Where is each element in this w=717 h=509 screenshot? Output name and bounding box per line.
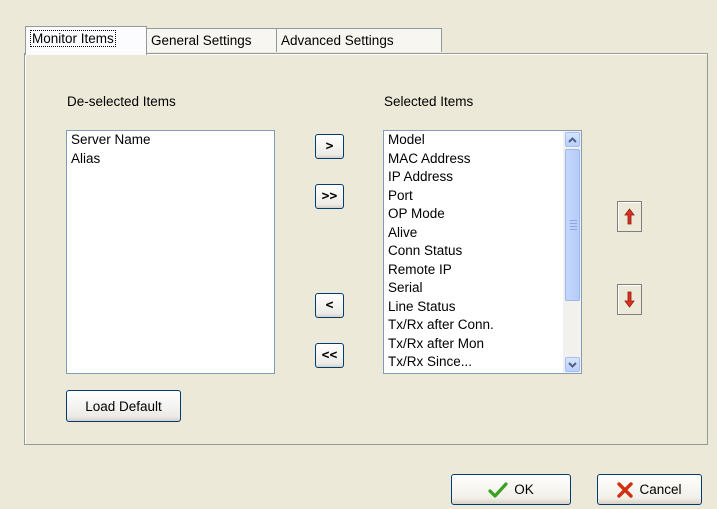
deselected-items-list[interactable]: Server Name Alias: [66, 130, 275, 374]
ok-button[interactable]: OK: [451, 474, 571, 505]
list-item[interactable]: Line Status: [384, 298, 564, 317]
list-item[interactable]: MAC Address: [384, 150, 564, 169]
list-item[interactable]: Alias: [67, 150, 274, 169]
scroll-thumb[interactable]: [565, 149, 580, 301]
list-item[interactable]: IP Address: [384, 168, 564, 187]
ok-label: OK: [514, 482, 534, 497]
remove-all-items-button[interactable]: <<: [315, 343, 344, 368]
tab-general-settings[interactable]: General Settings: [146, 28, 277, 52]
list-item[interactable]: Port: [384, 187, 564, 206]
red-up-arrow-icon: [624, 208, 635, 225]
selected-items-label: Selected Items: [384, 94, 474, 109]
tab-general-settings-label: General Settings: [151, 33, 252, 48]
list-item[interactable]: Remote IP: [384, 261, 564, 280]
cancel-label: Cancel: [639, 482, 682, 497]
red-down-arrow-icon: [624, 291, 635, 308]
add-item-button[interactable]: >: [315, 134, 344, 159]
list-item[interactable]: Conn Status: [384, 242, 564, 261]
list-item[interactable]: Alive: [384, 224, 564, 243]
selected-list-scrollbar[interactable]: [563, 131, 581, 373]
list-item[interactable]: OP Mode: [384, 205, 564, 224]
list-item[interactable]: Server Name: [67, 131, 274, 150]
move-up-button[interactable]: [617, 201, 642, 232]
move-down-button[interactable]: [617, 284, 642, 315]
list-item[interactable]: Model: [384, 131, 564, 150]
deselected-items-label: De-selected Items: [67, 94, 176, 109]
remove-item-button[interactable]: <: [315, 293, 344, 318]
scroll-up-button[interactable]: [565, 132, 580, 147]
cancel-button[interactable]: Cancel: [597, 474, 702, 505]
selected-items-container: Model MAC Address IP Address Port OP Mode Ali…: [384, 131, 564, 372]
tab-monitor-items-label: Monitor Items: [30, 30, 116, 47]
list-item[interactable]: Tx/Rx Since...: [384, 353, 564, 372]
tab-advanced-settings[interactable]: Advanced Settings: [276, 28, 442, 52]
list-item[interactable]: Tx/Rx after Conn.: [384, 316, 564, 335]
chevron-up-icon: [568, 136, 577, 143]
red-x-icon: [617, 481, 634, 498]
selected-items-list[interactable]: Model MAC Address IP Address Port OP Mode Ali…: [383, 130, 582, 374]
tab-monitor-items[interactable]: Monitor Items: [25, 26, 147, 55]
scroll-down-button[interactable]: [565, 357, 580, 372]
chevron-down-icon: [568, 361, 577, 368]
list-item[interactable]: Tx/Rx after Mon: [384, 335, 564, 354]
checkmark-icon: [488, 481, 508, 498]
add-all-items-button[interactable]: >>: [315, 184, 344, 209]
load-default-button[interactable]: Load Default: [66, 390, 181, 422]
tab-advanced-settings-label: Advanced Settings: [281, 33, 394, 48]
list-item[interactable]: Serial: [384, 279, 564, 298]
